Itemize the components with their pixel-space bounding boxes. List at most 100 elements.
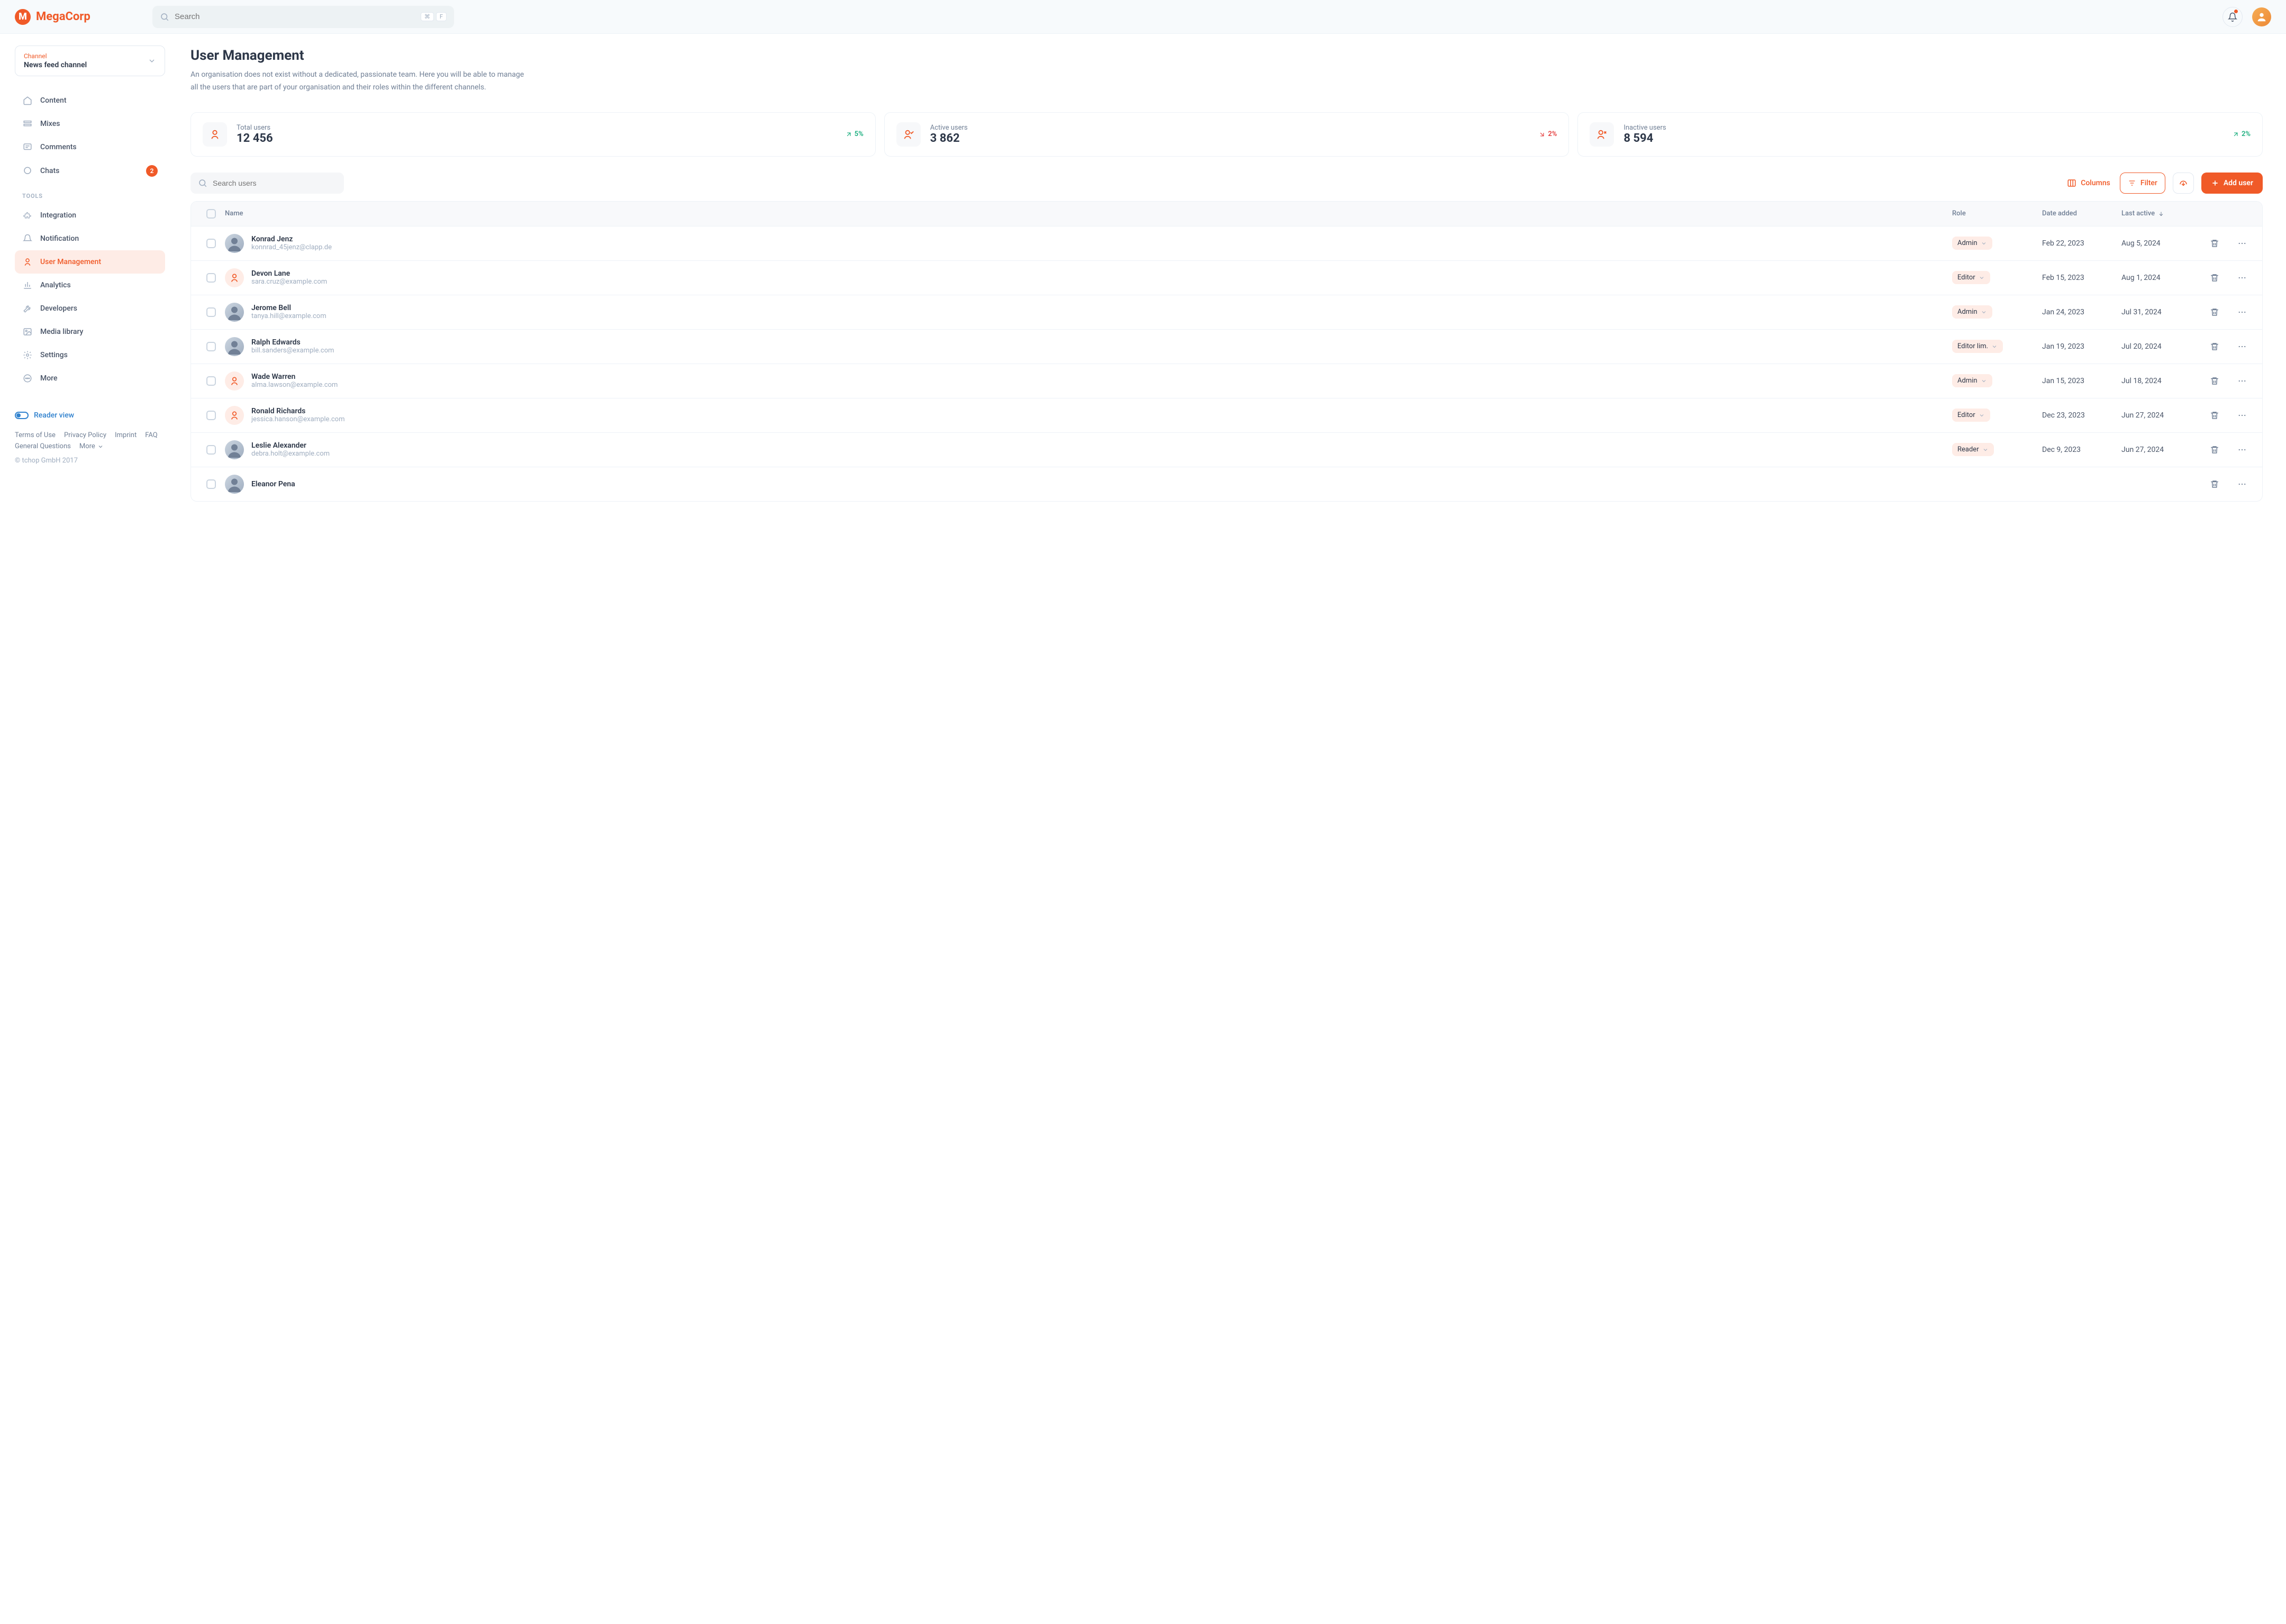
last-active: Jun 27, 2024 bbox=[2121, 446, 2201, 454]
date-added: Jan 24, 2023 bbox=[2042, 308, 2121, 316]
search-users-input[interactable] bbox=[213, 179, 337, 187]
row-more-button[interactable] bbox=[2228, 239, 2256, 248]
role-chip[interactable]: Admin bbox=[1952, 374, 1992, 387]
row-more-button[interactable] bbox=[2228, 411, 2256, 420]
sidebar-item-label: Analytics bbox=[40, 281, 71, 289]
wrench-icon bbox=[22, 303, 33, 314]
sidebar-item-settings[interactable]: Settings bbox=[15, 343, 165, 367]
row-more-button[interactable] bbox=[2228, 445, 2256, 455]
delete-button[interactable] bbox=[2201, 307, 2228, 317]
delete-button[interactable] bbox=[2201, 376, 2228, 386]
row-checkbox[interactable] bbox=[206, 239, 216, 248]
row-checkbox[interactable] bbox=[206, 307, 216, 317]
last-active: Jul 18, 2024 bbox=[2121, 377, 2201, 385]
columns-button[interactable]: Columns bbox=[2065, 178, 2112, 188]
page-title: User Management bbox=[190, 48, 2263, 63]
role-chip[interactable]: Editor bbox=[1952, 409, 1990, 422]
role-chip[interactable]: Reader bbox=[1952, 443, 1994, 456]
row-checkbox[interactable] bbox=[206, 342, 216, 351]
sidebar-item-integration[interactable]: Integration bbox=[15, 204, 165, 227]
row-checkbox[interactable] bbox=[206, 445, 216, 455]
row-more-button[interactable] bbox=[2228, 307, 2256, 317]
role-chip[interactable]: Editor bbox=[1952, 271, 1990, 284]
row-more-button[interactable] bbox=[2228, 479, 2256, 489]
row-more-button[interactable] bbox=[2228, 342, 2256, 351]
header-last-active[interactable]: Last active bbox=[2121, 210, 2201, 217]
sidebar-item-content[interactable]: Content bbox=[15, 89, 165, 112]
user-avatar bbox=[225, 303, 244, 322]
sidebar-item-chats[interactable]: Chats 2 bbox=[15, 159, 165, 183]
footer-faq[interactable]: FAQ bbox=[145, 431, 157, 439]
sidebar-item-notification[interactable]: Notification bbox=[15, 227, 165, 250]
header-date-added[interactable]: Date added bbox=[2042, 210, 2121, 217]
footer-more[interactable]: More bbox=[79, 442, 104, 450]
bell-icon bbox=[22, 233, 33, 244]
delete-button[interactable] bbox=[2201, 342, 2228, 351]
row-checkbox[interactable] bbox=[206, 479, 216, 489]
header-name[interactable]: Name bbox=[225, 210, 1952, 217]
search-input[interactable] bbox=[175, 12, 415, 21]
role-chip[interactable]: Admin bbox=[1952, 305, 1992, 319]
sidebar-item-more[interactable]: More bbox=[15, 367, 165, 390]
tools-section-label: TOOLS bbox=[15, 183, 165, 204]
current-user-avatar[interactable] bbox=[2252, 7, 2271, 26]
table-row: Eleanor Pena bbox=[191, 467, 2262, 501]
trash-icon bbox=[2210, 342, 2219, 351]
add-user-button[interactable]: Add user bbox=[2201, 173, 2263, 194]
user-email: alma.lawson@example.com bbox=[251, 381, 338, 389]
comments-icon bbox=[22, 142, 33, 152]
user-avatar bbox=[225, 406, 244, 425]
footer-general[interactable]: General Questions bbox=[15, 442, 71, 450]
footer-imprint[interactable]: Imprint bbox=[115, 431, 137, 439]
sidebar-item-user-management[interactable]: User Management bbox=[15, 250, 165, 274]
channel-selector[interactable]: Channel News feed channel bbox=[15, 46, 165, 76]
user-name: Leslie Alexander bbox=[251, 441, 330, 450]
notifications-button[interactable] bbox=[2222, 7, 2243, 27]
plus-icon bbox=[2211, 179, 2219, 187]
sidebar-item-comments[interactable]: Comments bbox=[15, 135, 165, 159]
global-search[interactable]: ⌘F bbox=[152, 6, 454, 28]
delete-button[interactable] bbox=[2201, 479, 2228, 489]
row-checkbox[interactable] bbox=[206, 273, 216, 283]
header-role[interactable]: Role bbox=[1952, 210, 2042, 217]
role-chip[interactable]: Admin bbox=[1952, 237, 1992, 250]
select-all-checkbox[interactable] bbox=[206, 209, 216, 219]
sidebar-item-analytics[interactable]: Analytics bbox=[15, 274, 165, 297]
table-row: Konrad Jenzkonnrad_45jenz@clapp.deAdminF… bbox=[191, 226, 2262, 260]
more-icon bbox=[2237, 376, 2247, 386]
row-more-button[interactable] bbox=[2228, 376, 2256, 386]
sidebar-item-label: Settings bbox=[40, 351, 68, 359]
topbar: M MegaCorp ⌘F bbox=[0, 0, 2286, 34]
delete-button[interactable] bbox=[2201, 239, 2228, 248]
table-toolbar: Columns Filter Add user bbox=[190, 173, 2263, 194]
footer-privacy[interactable]: Privacy Policy bbox=[64, 431, 106, 439]
delete-button[interactable] bbox=[2201, 445, 2228, 455]
sidebar-item-media-library[interactable]: Media library bbox=[15, 320, 165, 343]
search-users[interactable] bbox=[190, 173, 344, 194]
main-content: User Management An organisation does not… bbox=[180, 34, 2286, 523]
role-chip[interactable]: Editor lim. bbox=[1952, 340, 2003, 353]
user-name: Konrad Jenz bbox=[251, 235, 332, 243]
sidebar-item-label: Content bbox=[40, 96, 67, 105]
filter-button[interactable]: Filter bbox=[2120, 173, 2165, 194]
row-checkbox[interactable] bbox=[206, 376, 216, 386]
sidebar-item-label: Integration bbox=[40, 211, 76, 220]
delete-button[interactable] bbox=[2201, 273, 2228, 283]
brand-logo[interactable]: M MegaCorp bbox=[15, 9, 131, 25]
table-row: Wade Warrenalma.lawson@example.comAdminJ… bbox=[191, 364, 2262, 398]
gear-icon bbox=[22, 350, 33, 360]
user-avatar bbox=[225, 371, 244, 391]
row-more-button[interactable] bbox=[2228, 273, 2256, 283]
download-button[interactable] bbox=[2173, 173, 2194, 194]
row-checkbox[interactable] bbox=[206, 411, 216, 420]
sidebar-item-developers[interactable]: Developers bbox=[15, 297, 165, 320]
chevron-down-icon bbox=[1982, 447, 1989, 453]
date-added: Jan 15, 2023 bbox=[2042, 377, 2121, 385]
footer-terms[interactable]: Terms of Use bbox=[15, 431, 56, 439]
table-header: Name Role Date added Last active bbox=[191, 202, 2262, 226]
sidebar-item-mixes[interactable]: Mixes bbox=[15, 112, 165, 135]
user-name: Ralph Edwards bbox=[251, 338, 334, 347]
reader-view-toggle[interactable]: Reader view bbox=[15, 409, 165, 422]
user-x-icon bbox=[1590, 122, 1614, 147]
delete-button[interactable] bbox=[2201, 411, 2228, 420]
